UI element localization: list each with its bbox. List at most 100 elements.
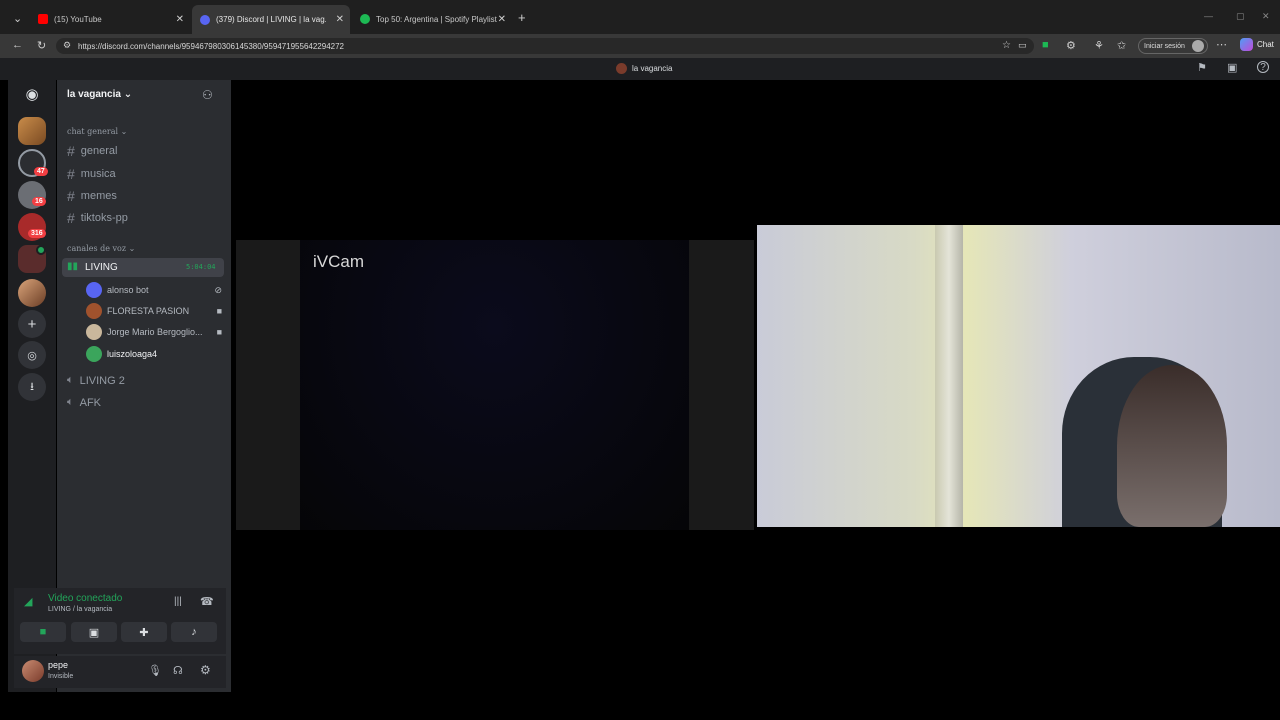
- voice-channel-afk[interactable]: 🔈︎ AFK: [67, 396, 101, 409]
- copilot-chat-button[interactable]: Chat: [1240, 38, 1274, 51]
- site-info-icon[interactable]: ⚙: [63, 40, 71, 51]
- channel-musica[interactable]: # musica: [67, 166, 116, 182]
- browser-tab-bar: ⌄ (15) YouTube ✕ (379) Discord | LIVING …: [0, 0, 1280, 36]
- headphones-icon[interactable]: ☊: [173, 664, 183, 677]
- server-icon: [616, 63, 627, 74]
- mention-badge: 47: [34, 167, 48, 176]
- profile-avatar-icon: [1192, 40, 1204, 52]
- server-icon-1[interactable]: [18, 117, 46, 145]
- close-tab-icon[interactable]: ✕: [176, 14, 184, 25]
- user-panel: pepe Invisible 🎙︎ ☊ ⚙: [14, 656, 226, 688]
- extension-icon[interactable]: ⚙: [1066, 39, 1076, 52]
- category-chat-general[interactable]: chat general ⌄: [67, 127, 127, 136]
- camera-indicator-icon: ▭: [1018, 40, 1027, 50]
- soundboard-button[interactable]: ♪: [171, 622, 217, 642]
- add-server-icon[interactable]: +: [18, 310, 46, 338]
- voice-user-2[interactable]: Jorge Mario Bergoglio... ■: [86, 324, 222, 340]
- avatar: [86, 324, 102, 340]
- avatar: [86, 346, 102, 362]
- minimize-icon[interactable]: —: [1204, 11, 1213, 21]
- channel-general[interactable]: # general: [67, 143, 118, 159]
- soundboard-icon: ♪: [191, 626, 197, 638]
- voice-location[interactable]: LIVING / la vagancia: [48, 606, 112, 613]
- webcam-video-tile[interactable]: [757, 225, 1280, 527]
- discord-tab-icon: [200, 14, 210, 25]
- voice-channel-living-2[interactable]: 🔈︎ LIVING 2: [67, 374, 125, 387]
- threads-icon[interactable]: ⚑: [1197, 61, 1207, 74]
- text-channel-icon: #: [67, 210, 75, 226]
- voice-connection-panel: ◢ Video conectado LIVING / la vagancia |…: [14, 588, 226, 654]
- voice-active-indicator: [36, 245, 46, 255]
- microphone-icon[interactable]: 🎙︎: [148, 664, 162, 677]
- inbox-icon[interactable]: ▣: [1227, 61, 1237, 74]
- speaker-icon: 🔈︎: [67, 396, 74, 408]
- close-tab-icon[interactable]: ✕: [498, 14, 506, 25]
- voice-live-icon: ▮▮: [67, 261, 79, 272]
- back-icon[interactable]: ←: [12, 39, 23, 51]
- avatar: [86, 282, 102, 298]
- more-menu-icon[interactable]: ⋯: [1216, 38, 1227, 51]
- speaker-icon: 🔈︎: [67, 374, 74, 386]
- signal-icon: ◢: [24, 596, 33, 608]
- activities-button[interactable]: ✚: [121, 622, 167, 642]
- user-status: Invisible: [48, 673, 74, 680]
- tab-spotify[interactable]: Top 50: Argentina | Spotify Playlist ✕: [352, 7, 512, 31]
- screen-share-button[interactable]: ▣: [71, 622, 117, 642]
- text-channel-icon: #: [67, 188, 75, 204]
- tab-list-icon[interactable]: ⌄: [13, 12, 22, 25]
- person-shape: [1117, 365, 1227, 527]
- camera-icon: ■: [216, 306, 222, 316]
- close-tab-icon[interactable]: ✕: [336, 14, 344, 25]
- category-voice[interactable]: canales de voz ⌄: [67, 244, 135, 253]
- camera-icon: ■: [216, 327, 222, 337]
- text-channel-icon: #: [67, 166, 75, 182]
- favorites-icon[interactable]: ✩: [1117, 39, 1126, 52]
- address-bar[interactable]: ⚙ https://discord.com/channels/959467980…: [56, 38, 1034, 54]
- tab-youtube[interactable]: (15) YouTube ✕: [30, 7, 190, 31]
- reload-icon[interactable]: ↻: [37, 39, 46, 52]
- tab-discord[interactable]: (379) Discord | LIVING | la vag... ✕: [192, 5, 350, 34]
- active-voice-channel[interactable]: ▮▮ LIVING 5:04:04: [62, 258, 224, 277]
- bookmark-star-icon[interactable]: ☆: [1002, 40, 1011, 51]
- camera-toggle-button[interactable]: ■: [20, 622, 66, 642]
- text-channel-icon: #: [67, 143, 75, 159]
- invite-people-icon[interactable]: ⚇: [202, 88, 213, 102]
- chevron-down-icon: ⌄: [123, 89, 133, 100]
- disconnect-icon[interactable]: ☎: [200, 595, 214, 608]
- voice-user-0[interactable]: alonso bot ⊘: [86, 282, 222, 298]
- explore-icon[interactable]: ◎: [18, 341, 46, 369]
- extensions-puzzle-icon[interactable]: ⚘: [1094, 39, 1104, 52]
- server-icon-2[interactable]: 47: [18, 149, 48, 177]
- username: pepe: [48, 660, 69, 670]
- new-tab-icon[interactable]: +: [518, 10, 526, 25]
- stream-tile[interactable]: iVCam: [236, 240, 754, 530]
- help-icon[interactable]: ?: [1257, 61, 1269, 73]
- stream-label: iVCam: [313, 252, 365, 271]
- noise-suppression-icon[interactable]: |||: [174, 596, 182, 607]
- channel-memes[interactable]: # memes: [67, 188, 117, 204]
- server-icon-4[interactable]: 316: [18, 213, 46, 241]
- screen-share-icon: ▣: [88, 626, 100, 639]
- voice-user-1[interactable]: FLORESTA PASION ■: [86, 303, 222, 319]
- voice-user-3[interactable]: luiszoloaga4: [86, 346, 222, 362]
- mention-badge: 16: [32, 197, 46, 206]
- discord-home-icon[interactable]: ◉: [18, 80, 46, 108]
- server-name-header[interactable]: la vagancia ⌄: [67, 89, 132, 100]
- copilot-icon: [1240, 38, 1253, 51]
- close-window-icon[interactable]: ✕: [1262, 11, 1270, 22]
- avatar[interactable]: [22, 660, 44, 682]
- download-icon[interactable]: ⭳: [18, 373, 46, 401]
- channel-tiktoks-pp[interactable]: # tiktoks-pp: [67, 210, 128, 226]
- settings-gear-icon[interactable]: ⚙: [200, 663, 211, 677]
- voice-status: Video conectado: [48, 593, 123, 604]
- camera-off-icon: ⊘: [214, 284, 222, 295]
- server-icon-6[interactable]: [18, 279, 46, 307]
- maximize-icon[interactable]: ▢: [1236, 11, 1245, 22]
- signin-button[interactable]: Iniciar sesión: [1138, 38, 1208, 54]
- server-title: la vagancia: [632, 64, 673, 73]
- avatar: [86, 303, 102, 319]
- server-icon-active[interactable]: [18, 245, 46, 273]
- server-icon-3[interactable]: 16: [18, 181, 46, 209]
- extension-green-icon[interactable]: ■: [1042, 39, 1049, 51]
- voice-timer: 5:04:04: [186, 263, 216, 271]
